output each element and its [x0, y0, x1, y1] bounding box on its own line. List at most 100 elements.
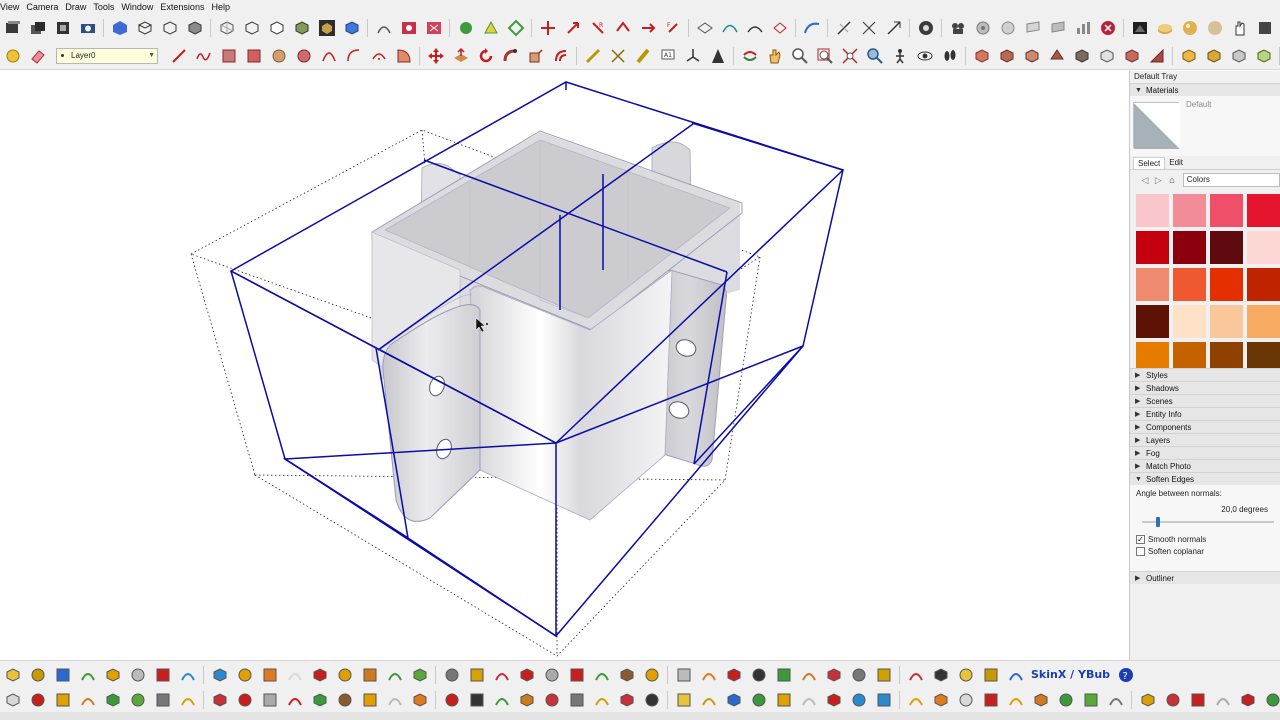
smooth-normals-checkbox[interactable]: ✓ — [1136, 535, 1145, 544]
angle-slider-track[interactable] — [1142, 521, 1274, 523]
color-swatch[interactable] — [1210, 231, 1243, 264]
extension-tool-button[interactable] — [309, 664, 331, 686]
extension-tool-button[interactable] — [980, 689, 1002, 711]
color-swatch[interactable] — [1173, 268, 1206, 301]
color-swatch[interactable] — [1247, 342, 1280, 368]
help-button[interactable]: ? — [1115, 664, 1137, 686]
extension-tool-button[interactable] — [848, 689, 870, 711]
extension-tool-button[interactable] — [905, 689, 927, 711]
extension-tool-button[interactable] — [102, 689, 124, 711]
extension-tool-button[interactable] — [773, 689, 795, 711]
tab-edit[interactable]: Edit — [1165, 157, 1187, 169]
extension-tool-button[interactable] — [1187, 689, 1209, 711]
color-swatch[interactable] — [1247, 194, 1280, 227]
extension-tool-button[interactable] — [698, 689, 720, 711]
extension-tool-button[interactable] — [441, 664, 463, 686]
extension-tool-button[interactable] — [1137, 689, 1159, 711]
color-swatch[interactable] — [1136, 305, 1169, 338]
skin-badge[interactable]: SkinX / YBub — [1028, 664, 1113, 686]
materials-panel-header[interactable]: ▼ Materials — [1130, 83, 1280, 96]
extension-tool-button[interactable] — [1005, 664, 1027, 686]
extension-tool-button[interactable] — [616, 664, 638, 686]
home-icon[interactable]: ⌂ — [1165, 173, 1179, 187]
extension-tool-button[interactable] — [723, 664, 745, 686]
tool-button[interactable] — [1254, 17, 1276, 39]
soften-coplanar-row[interactable]: Soften coplanar — [1136, 547, 1204, 556]
extension-tool-button[interactable] — [541, 689, 563, 711]
extension-tool-button[interactable] — [591, 689, 613, 711]
extension-tool-button[interactable] — [930, 664, 952, 686]
color-swatch[interactable] — [1173, 231, 1206, 264]
smooth-normals-row[interactable]: ✓ Smooth normals — [1136, 535, 1206, 544]
extension-tool-button[interactable] — [259, 689, 281, 711]
extension-tool-button[interactable] — [591, 664, 613, 686]
color-swatch[interactable] — [1136, 342, 1169, 368]
color-swatch[interactable] — [1173, 342, 1206, 368]
extension-tool-button[interactable] — [127, 689, 149, 711]
extension-tool-button[interactable] — [516, 664, 538, 686]
color-swatch[interactable] — [1173, 194, 1206, 227]
panel-header-components[interactable]: ▶ Components — [1130, 420, 1280, 433]
extension-tool-button[interactable] — [491, 689, 513, 711]
extension-tool-button[interactable] — [284, 664, 306, 686]
extension-tool-button[interactable] — [384, 664, 406, 686]
extension-tool-button[interactable] — [905, 664, 927, 686]
tool-button[interactable] — [1203, 45, 1225, 67]
extension-tool-button[interactable] — [27, 689, 49, 711]
extension-tool-button[interactable] — [359, 689, 381, 711]
extension-tool-button[interactable] — [334, 664, 356, 686]
extension-tool-button[interactable] — [177, 689, 199, 711]
extension-tool-button[interactable] — [309, 689, 331, 711]
collection-dropdown[interactable]: Colors — [1182, 173, 1280, 187]
tool-button[interactable] — [1154, 17, 1176, 39]
extension-tool-button[interactable] — [209, 689, 231, 711]
extension-tool-button[interactable] — [723, 689, 745, 711]
extension-tool-button[interactable] — [52, 664, 74, 686]
color-swatch[interactable] — [1136, 268, 1169, 301]
extension-tool-button[interactable] — [466, 664, 488, 686]
extension-tool-button[interactable] — [1162, 689, 1184, 711]
tool-button[interactable] — [1204, 17, 1226, 39]
extension-tool-button[interactable] — [823, 689, 845, 711]
color-swatch[interactable] — [1210, 194, 1243, 227]
extension-tool-button[interactable] — [152, 689, 174, 711]
extension-tool-button[interactable] — [1212, 689, 1234, 711]
extension-tool-button[interactable] — [284, 689, 306, 711]
extension-tool-button[interactable] — [930, 689, 952, 711]
extension-tool-button[interactable] — [259, 664, 281, 686]
extension-tool-button[interactable] — [441, 689, 463, 711]
color-swatch[interactable] — [1136, 231, 1169, 264]
extension-tool-button[interactable] — [673, 664, 695, 686]
color-swatch[interactable] — [1210, 305, 1243, 338]
extension-tool-button[interactable] — [1080, 689, 1102, 711]
extension-tool-button[interactable] — [77, 664, 99, 686]
extension-tool-button[interactable] — [334, 689, 356, 711]
extension-tool-button[interactable] — [748, 664, 770, 686]
extension-tool-button[interactable] — [1237, 689, 1259, 711]
extension-tool-button[interactable] — [641, 689, 663, 711]
extension-tool-button[interactable] — [955, 689, 977, 711]
extension-tool-button[interactable] — [1105, 689, 1127, 711]
panel-header-fog[interactable]: ▶ Fog — [1130, 446, 1280, 459]
color-swatch[interactable] — [1247, 305, 1280, 338]
panel-header-match-photo[interactable]: ▶ Match Photo — [1130, 459, 1280, 472]
extension-tool-button[interactable] — [773, 664, 795, 686]
color-swatch[interactable] — [1173, 305, 1206, 338]
extension-tool-button[interactable] — [673, 689, 695, 711]
panel-header-shadows[interactable]: ▶ Shadows — [1130, 381, 1280, 394]
extension-tool-button[interactable] — [359, 664, 381, 686]
tool-button[interactable] — [1229, 17, 1251, 39]
material-swatch[interactable] — [1133, 102, 1180, 149]
extension-tool-button[interactable] — [177, 664, 199, 686]
tool-button[interactable] — [1178, 45, 1200, 67]
extension-tool-button[interactable] — [466, 689, 488, 711]
color-swatch[interactable] — [1210, 342, 1243, 368]
tool-button[interactable] — [1129, 17, 1151, 39]
extension-tool-button[interactable] — [491, 664, 513, 686]
extension-tool-button[interactable] — [127, 664, 149, 686]
extension-tool-button[interactable] — [77, 689, 99, 711]
extension-tool-button[interactable] — [566, 689, 588, 711]
panel-header-layers[interactable]: ▶ Layers — [1130, 433, 1280, 446]
outliner-panel-header[interactable]: ▶ Outliner — [1130, 571, 1280, 584]
panel-header-scenes[interactable]: ▶ Scenes — [1130, 394, 1280, 407]
